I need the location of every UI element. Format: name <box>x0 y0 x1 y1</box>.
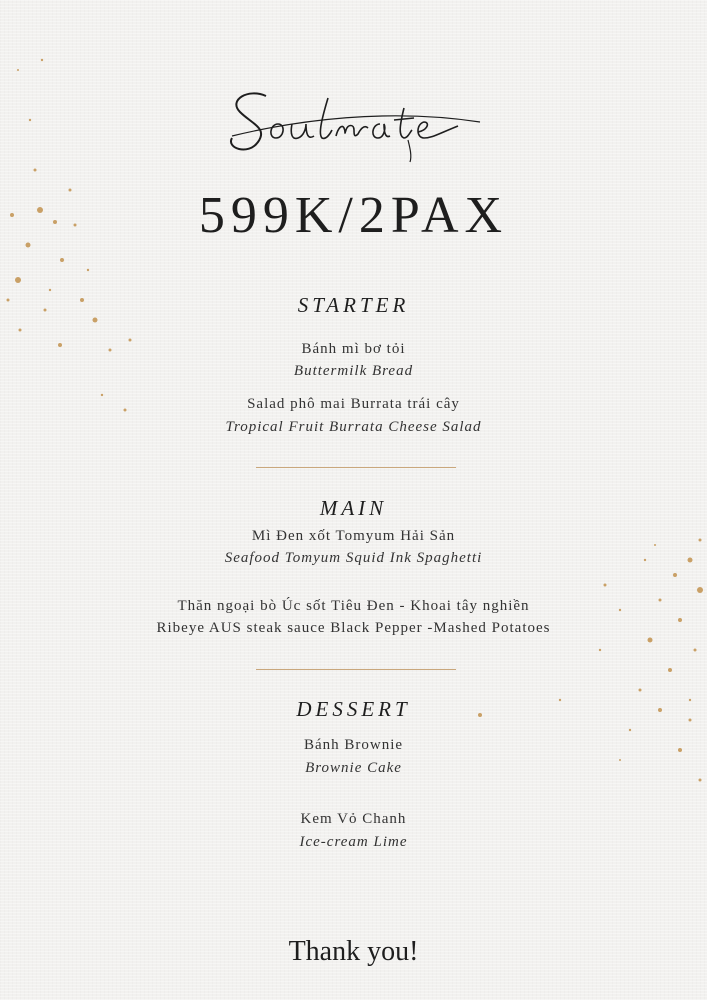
main-item-2-en: Ribeye AUS steak sauce Black Pepper -Mas… <box>156 620 551 636</box>
section-title-starter: STARTER <box>297 293 410 317</box>
soulmate-script-logo <box>230 92 481 163</box>
starter-item-1-en: Buttermilk Bread <box>293 363 414 379</box>
starter-item-2-en: Tropical Fruit Burrata Cheese Salad <box>225 419 482 435</box>
dessert-item-2-vn: Kem Vỏ Chanh <box>300 811 407 827</box>
starter-item-1-vn: Bánh mì bơ tỏi <box>301 341 406 357</box>
main-item-1-vn: Mì Đen xốt Tomyum Hải Sản <box>251 528 456 544</box>
dessert-item-1-en: Brownie Cake <box>305 760 402 776</box>
dessert-item-2-en: Ice-cream Lime <box>299 834 408 850</box>
section-title-dessert: DESSERT <box>296 697 411 721</box>
section-divider-1 <box>256 467 456 468</box>
dessert-item-1-vn: Bánh Brownie <box>303 737 404 753</box>
menu-page: 599K/2PAX STARTER Bánh mì bơ tỏi Butterm… <box>0 0 707 1000</box>
section-title-main: MAIN <box>319 496 388 520</box>
price-per-pax: 599K/2PAX <box>198 187 509 244</box>
main-item-1-en: Seafood Tomyum Squid Ink Spaghetti <box>224 550 483 566</box>
main-item-2-vn: Thăn ngoại bò Úc sốt Tiêu Đen - Khoai tâ… <box>177 598 530 614</box>
starter-item-2-vn: Salad phô mai Burrata trái cây <box>247 396 460 412</box>
thank-you-note: Thank you! <box>288 936 419 967</box>
section-divider-2 <box>256 669 456 670</box>
